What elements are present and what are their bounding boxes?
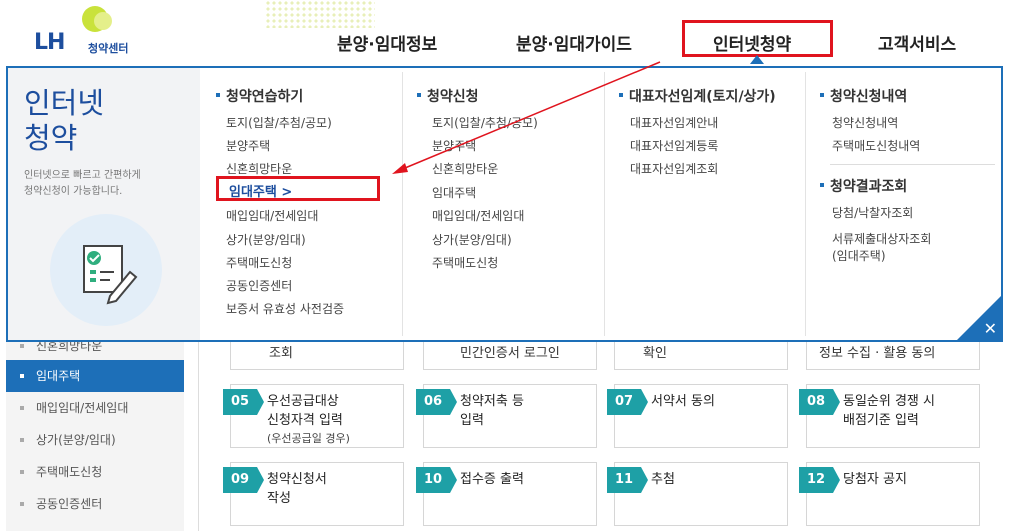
annotation-arrow [392,61,661,174]
